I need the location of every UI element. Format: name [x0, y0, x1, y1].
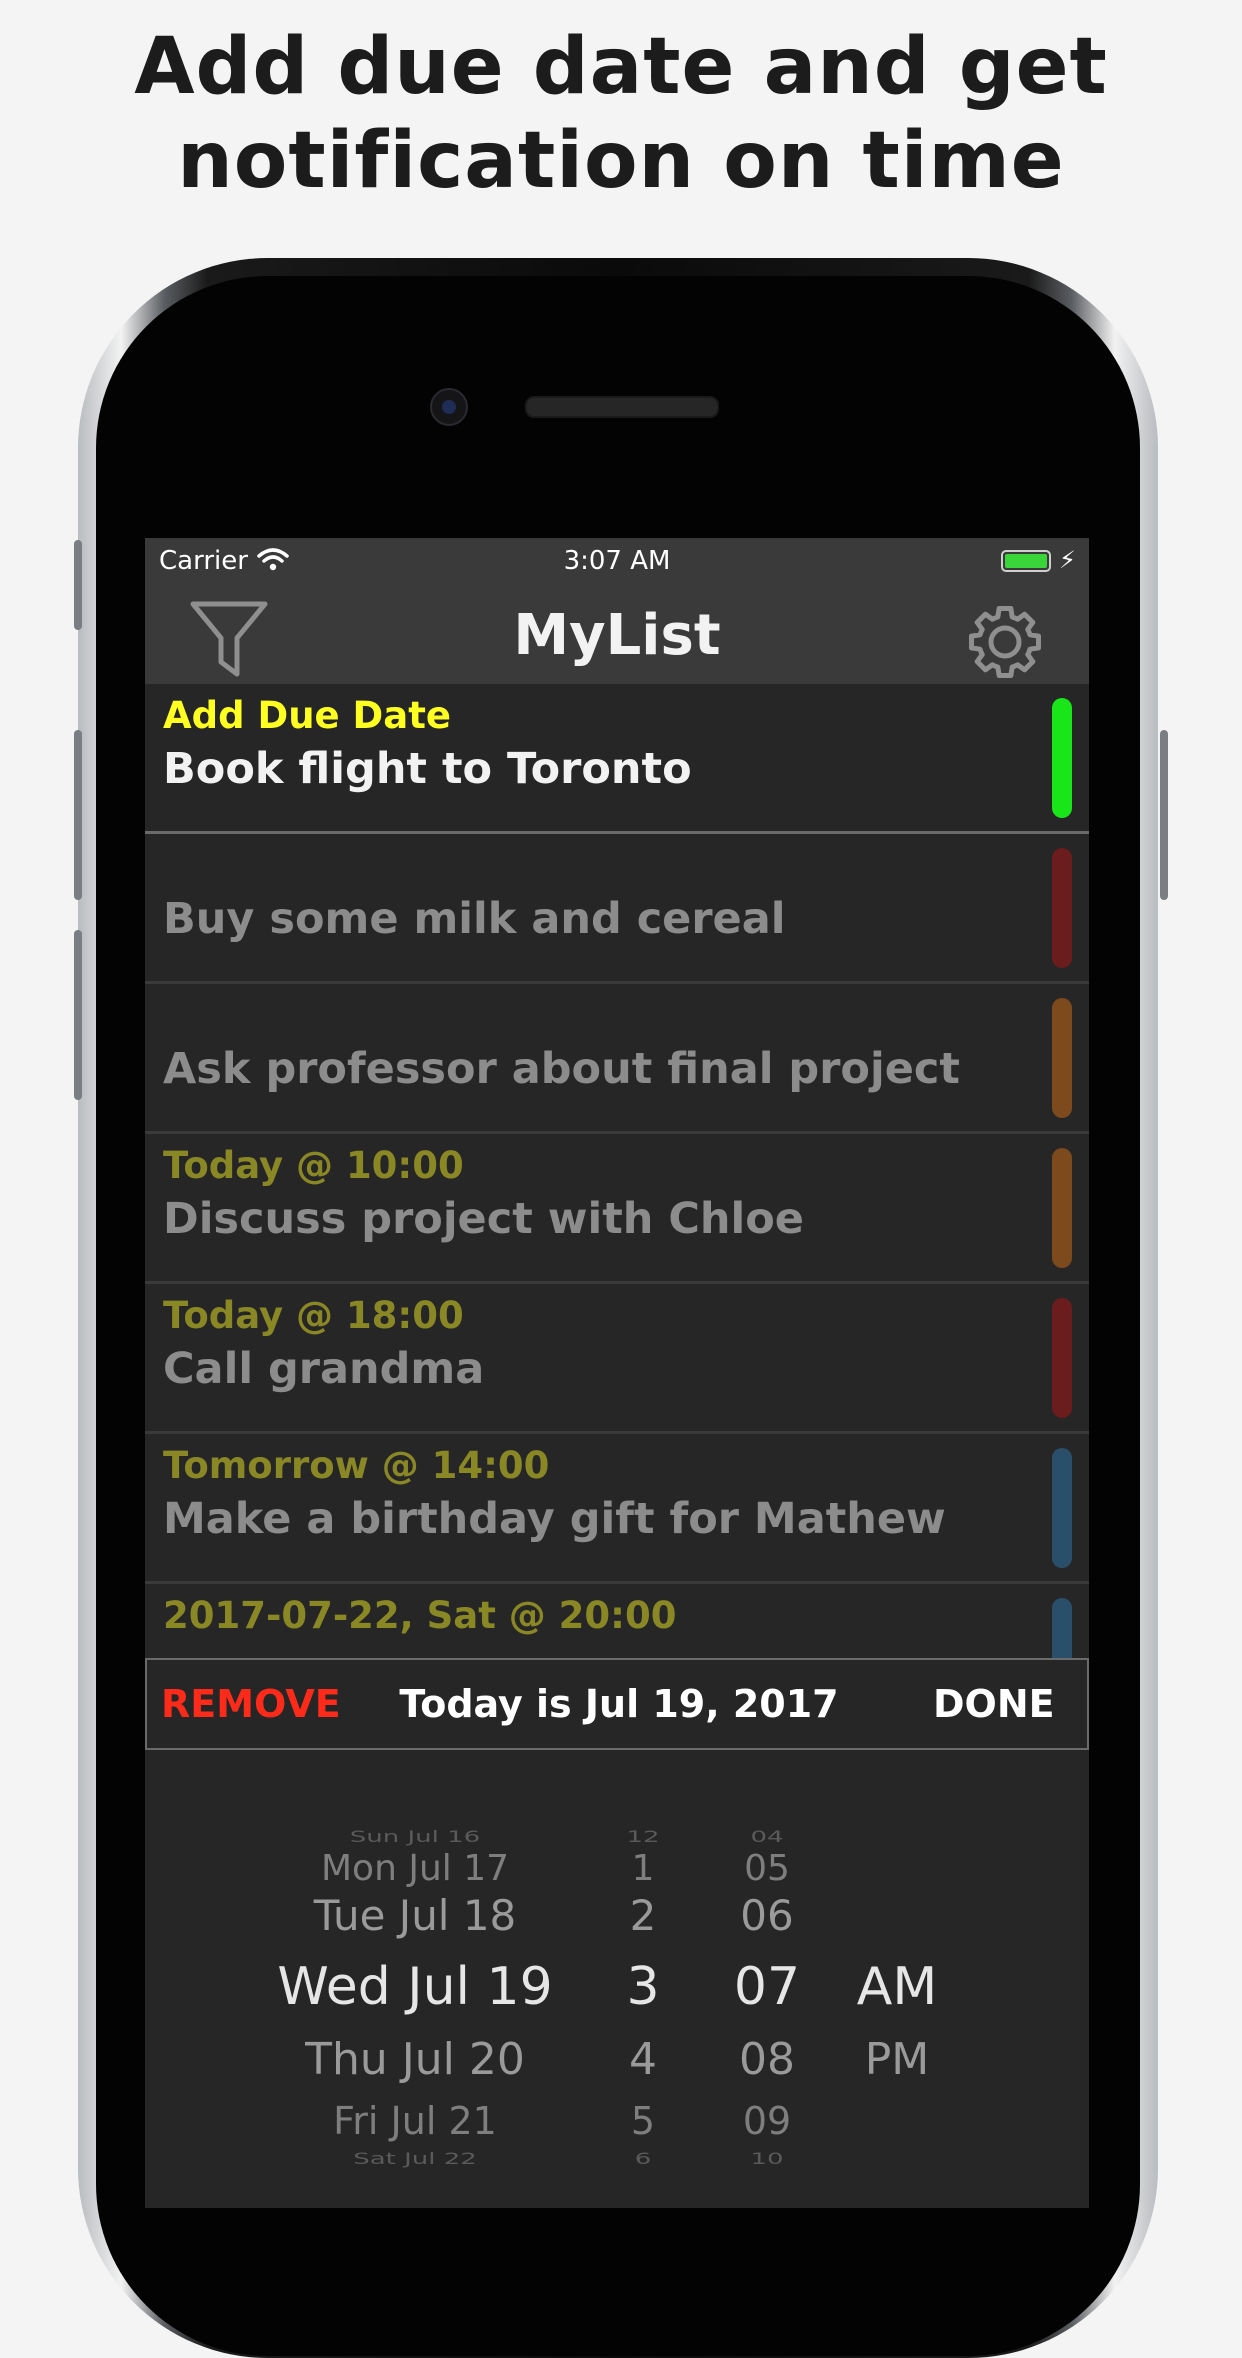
picker-hour-option[interactable]: 6 — [635, 2150, 652, 2168]
task-title: Discuss project with Chloe — [163, 1194, 804, 1244]
picker-minute-option[interactable]: 06 — [740, 1891, 793, 1940]
task-title: Make a birthday gift for Mathew — [163, 1494, 946, 1544]
picker-date-option[interactable]: Fri Jul 21 — [333, 2099, 497, 2143]
picker-minute-option[interactable]: 05 — [744, 1848, 790, 1889]
headline-line-1: Add due date and get — [134, 22, 1108, 112]
priority-color-bar[interactable] — [1052, 698, 1072, 818]
task-due-date: 2017-07-22, Sat @ 20:00 — [163, 1594, 677, 1637]
priority-color-bar[interactable] — [1052, 1148, 1072, 1268]
picker-minute-option[interactable]: 04 — [750, 1828, 783, 1846]
picker-date-option[interactable]: Sat Jul 22 — [353, 2150, 477, 2168]
task-title: Book flight to Toronto — [163, 744, 692, 794]
picker-ampm-option[interactable]: PM — [865, 2034, 930, 2085]
gear-icon[interactable] — [967, 604, 1043, 684]
front-camera — [430, 388, 468, 426]
picker-date-option[interactable]: Mon Jul 17 — [321, 1848, 509, 1889]
task-list: Add Due Date Book flight to Toronto Buy so… — [145, 684, 1089, 1734]
charging-bolt-icon: ⚡ — [1059, 546, 1076, 574]
picker-minute-option[interactable]: 10 — [750, 2150, 783, 2168]
task-title: Call grandma — [163, 1344, 485, 1394]
volume-down-button — [74, 930, 82, 1100]
task-due-date: Today @ 18:00 — [163, 1294, 464, 1337]
picker-hour-option[interactable]: 4 — [629, 2034, 657, 2085]
picker-minute-option[interactable]: 08 — [739, 2034, 795, 2085]
picker-hour-option[interactable]: 5 — [631, 2099, 655, 2143]
done-button[interactable]: DONE — [933, 1660, 1055, 1748]
task-title: Ask professor about final project — [163, 1044, 960, 1094]
picker-minute-option[interactable]: 07 — [734, 1957, 800, 2017]
picker-date-option[interactable]: Sun Jul 16 — [350, 1828, 480, 1846]
picker-hour-option[interactable]: 3 — [626, 1957, 659, 2017]
task-row[interactable]: Add Due Date Book flight to Toronto — [145, 684, 1089, 834]
task-row[interactable]: Today @ 18:00 Call grandma — [145, 1284, 1089, 1434]
priority-color-bar[interactable] — [1052, 1448, 1072, 1568]
task-due-date: Today @ 10:00 — [163, 1144, 464, 1187]
picker-minute-option[interactable]: 09 — [743, 2099, 791, 2143]
status-time: 3:07 AM — [563, 546, 671, 576]
picker-hour-option[interactable]: 2 — [630, 1891, 657, 1940]
picker-hour-option[interactable]: 1 — [632, 1848, 655, 1889]
task-due-date: Tomorrow @ 14:00 — [163, 1444, 550, 1487]
picker-date-option[interactable]: Thu Jul 20 — [305, 2034, 525, 2085]
priority-color-bar[interactable] — [1052, 848, 1072, 968]
mute-switch — [74, 540, 82, 630]
battery-icon — [1001, 550, 1051, 572]
status-bar: Carrier 3:07 AM ⚡ — [145, 538, 1089, 588]
picker-ampm-option[interactable]: AM — [857, 1957, 937, 2017]
task-row[interactable]: Tomorrow @ 14:00 Make a birthday gift for… — [145, 1434, 1089, 1584]
picker-date-option[interactable]: Wed Jul 19 — [277, 1957, 552, 2017]
earpiece-speaker — [525, 396, 719, 418]
task-title: Buy some milk and cereal — [163, 894, 786, 944]
date-action-bar: REMOVE Today is Jul 19, 2017 DONE — [145, 1658, 1089, 1750]
task-row[interactable]: Ask professor about final project — [145, 984, 1089, 1134]
priority-color-bar[interactable] — [1052, 1298, 1072, 1418]
page-title: MyList — [513, 603, 721, 668]
phone-screen: Carrier 3:07 AM ⚡ MyList Add Due Date Boo… — [145, 538, 1089, 2208]
headline: Add due date and get notification on tim… — [0, 20, 1242, 208]
date-time-picker[interactable]: Sun Jul 16 Mon Jul 17 Tue Jul 18 Wed Jul 19… — [145, 1750, 1089, 2208]
headline-line-2: notification on time — [177, 116, 1065, 206]
task-row[interactable]: Today @ 10:00 Discuss project with Chloe — [145, 1134, 1089, 1284]
add-due-date-label[interactable]: Add Due Date — [163, 694, 451, 737]
nav-bar: MyList — [145, 588, 1089, 684]
priority-color-bar[interactable] — [1052, 998, 1072, 1118]
picker-date-option[interactable]: Tue Jul 18 — [314, 1891, 517, 1940]
power-button — [1160, 730, 1168, 900]
picker-hour-option[interactable]: 12 — [626, 1828, 659, 1846]
task-row[interactable]: Buy some milk and cereal — [145, 834, 1089, 984]
volume-up-button — [74, 730, 82, 900]
